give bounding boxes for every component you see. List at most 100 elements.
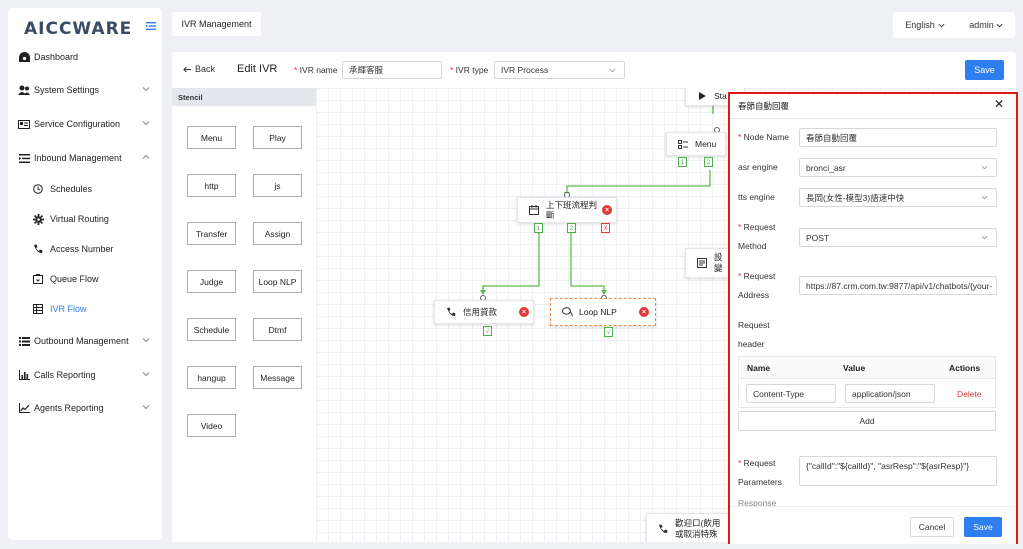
loop-port-ok[interactable]: √ (604, 327, 613, 337)
sidebar-item-inbound-management[interactable]: Inbound Management (18, 148, 162, 168)
credit-port-ok[interactable]: √ (483, 326, 492, 336)
table-header: Name Value Actions (739, 357, 995, 379)
stencil-dtmf[interactable]: Dtmf (253, 318, 302, 341)
ivr-type-value: IVR Process (501, 65, 549, 75)
sidebar-subitem-virtual-routing[interactable]: Virtual Routing (32, 209, 162, 229)
bar-chart-icon (18, 369, 30, 381)
header-value-input[interactable]: application/json (845, 384, 935, 403)
menu-port-2[interactable]: 2 (704, 157, 713, 167)
sidebar-item-label: System Settings (34, 85, 100, 95)
stencil-assign[interactable]: Assign (253, 222, 302, 245)
sidebar-item-agents-reporting[interactable]: Agents Reporting (18, 398, 162, 418)
ivr-type-select[interactable]: IVR Process (494, 61, 625, 79)
save-node-button[interactable]: Save (964, 517, 1002, 537)
judge-node[interactable]: 上下班流程判斷 × (517, 197, 617, 223)
sidebar-subitem-access-number[interactable]: Access Number (32, 239, 162, 259)
sidebar-subitem-label: Schedules (50, 184, 93, 194)
sidebar-item-label: Inbound Management (34, 153, 122, 163)
app-logo: AICCWARE (24, 19, 133, 39)
panel-divider (730, 118, 1016, 119)
tts-engine-select[interactable]: 長岡(女性-模型3)語速中快 (799, 188, 997, 207)
col-value: Value (843, 363, 866, 373)
stencil-schedule[interactable]: Schedule (187, 318, 236, 341)
add-header-button[interactable]: Add (738, 411, 996, 431)
list-icon (18, 335, 30, 347)
close-icon[interactable]: ✕ (994, 97, 1004, 111)
dashboard-icon (18, 51, 30, 63)
menu-node[interactable]: Menu (666, 132, 726, 156)
request-address-label: * Request Address (738, 271, 776, 300)
stencil-loop-nlp[interactable]: Loop NLP (253, 270, 302, 293)
delete-node-icon[interactable]: × (602, 205, 612, 215)
menu-collapse-icon[interactable] (146, 22, 156, 30)
panel-title: 春節自動回覆 (738, 101, 790, 111)
chevron-down-icon (142, 405, 150, 410)
welcome-node[interactable]: 歡迎口(飲用 或取消特殊 (646, 513, 736, 542)
stencil-js[interactable]: js (253, 174, 302, 197)
request-address-input[interactable]: https://87.crm.com.tw:9877/api/v1/chatbo… (799, 276, 997, 295)
stencil-video[interactable]: Video (187, 414, 236, 437)
request-method-select[interactable]: POST (799, 228, 997, 247)
asr-engine-select[interactable]: bronci_asr (799, 158, 997, 177)
menu-port-1[interactable]: 1 (678, 157, 687, 167)
request-parameters-label: * Request Parameters (738, 458, 782, 487)
variable-icon (696, 257, 708, 269)
stencil-title: Stencil (172, 88, 316, 106)
request-parameters-textarea[interactable]: {"callId":"${callId}", "asrResp":"${asrR… (799, 456, 997, 486)
stencil-judge[interactable]: Judge (187, 270, 236, 293)
judge-port-1[interactable]: 1 (534, 223, 543, 233)
credit-loan-label: 信用貸款 (463, 307, 498, 317)
users-icon (18, 84, 30, 96)
cancel-button[interactable]: Cancel (910, 517, 954, 537)
request-method-value: POST (806, 232, 830, 243)
menu-node-label: Menu (695, 139, 717, 149)
sidebar-item-service-configuration[interactable]: Service Configuration (18, 114, 162, 134)
user-name: admin (969, 20, 994, 30)
header-name-input[interactable]: Content-Type (746, 384, 836, 403)
judge-port-2[interactable]: 2 (567, 223, 576, 233)
stencil-menu[interactable]: Menu (187, 126, 236, 149)
loop-nlp-node[interactable]: Loop NLP × (550, 298, 656, 326)
node-name-label: * Node Name (738, 132, 790, 142)
stencil-transfer[interactable]: Transfer (187, 222, 236, 245)
stencil-hangup[interactable]: hangup (187, 366, 236, 389)
id-card-icon (18, 118, 30, 130)
back-label: Back (195, 64, 216, 74)
sidebar-item-system-settings[interactable]: System Settings (18, 80, 162, 100)
chevron-down-icon (142, 121, 150, 126)
sidebar-item-label: Agents Reporting (34, 403, 104, 413)
stencil-message[interactable]: Message (253, 366, 302, 389)
sidebar-subitem-schedules[interactable]: Schedules (32, 179, 162, 199)
back-button[interactable]: Back (183, 64, 215, 74)
sidebar: AICCWARE Dashboard System Settings Servi… (8, 8, 162, 540)
sidebar-item-label: Calls Reporting (34, 370, 96, 380)
sidebar-item-calls-reporting[interactable]: Calls Reporting (18, 365, 162, 385)
user-menu[interactable]: admin (969, 20, 1003, 30)
delete-node-icon[interactable]: × (519, 307, 529, 317)
delete-header-link[interactable]: Delete (957, 389, 982, 399)
node-name-input[interactable]: 春節自動回覆 (799, 128, 997, 147)
chevron-down-icon (938, 23, 945, 27)
credit-loan-node[interactable]: 信用貸款 × (434, 300, 534, 324)
chevron-down-icon (142, 87, 150, 92)
stencil-http[interactable]: http (187, 174, 236, 197)
tab-ivr-management[interactable]: IVR Management (172, 12, 261, 36)
sidebar-subitem-queue-flow[interactable]: Queue Flow (32, 269, 162, 289)
request-header-table: Name Value Actions Content-Type applicat… (738, 356, 996, 408)
language-select[interactable]: English (905, 20, 945, 30)
stencil-play[interactable]: Play (253, 126, 302, 149)
save-ivr-button[interactable]: Save (965, 60, 1004, 80)
setting-node-label: 設變 (714, 252, 723, 273)
sidebar-subitem-ivr-flow[interactable]: IVR Flow (32, 299, 162, 319)
tts-engine-label: tts engine (738, 192, 775, 202)
chevron-down-icon (142, 372, 150, 377)
sidebar-item-dashboard[interactable]: Dashboard (18, 47, 162, 67)
judge-port-else[interactable]: X (601, 223, 610, 233)
ivr-name-input[interactable]: 承輝客服 (342, 61, 442, 79)
sidebar-subitem-label: IVR Flow (50, 304, 87, 314)
sidebar-item-outbound-management[interactable]: Outbound Management (18, 331, 162, 351)
chevron-down-icon (981, 195, 988, 200)
delete-node-icon[interactable]: × (639, 307, 649, 317)
ivr-name-label: * IVR name (294, 65, 338, 75)
list-indent-icon (18, 152, 30, 164)
